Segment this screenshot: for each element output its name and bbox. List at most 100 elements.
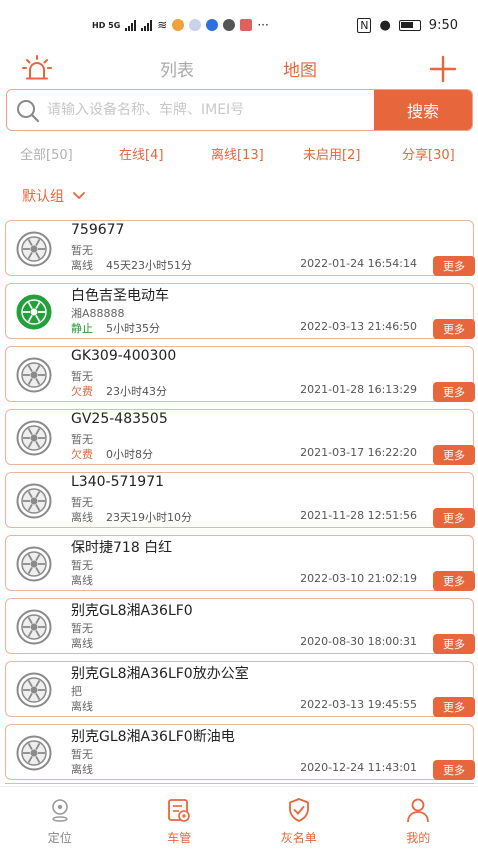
- wheel-gray-icon: [16, 231, 52, 267]
- shield-check-icon: [288, 798, 309, 822]
- top-header: 列表 地图: [0, 50, 478, 88]
- app-icon-4: [223, 19, 236, 31]
- nav-mine[interactable]: 我的: [359, 787, 478, 850]
- filter-all[interactable]: 全部[50]: [20, 144, 73, 163]
- nav-location-label: 定位: [47, 831, 72, 845]
- group-selector[interactable]: 默认组: [22, 186, 86, 206]
- search-icon: [17, 100, 40, 123]
- add-icon[interactable]: [428, 54, 458, 84]
- device-timestamp: 2020-08-30 18:00:31: [300, 635, 417, 648]
- list-item[interactable]: 白色吉圣电动车 湘A88888 静止 5小时35分 2022-03-13 21:46:5…: [5, 283, 475, 339]
- bottom-nav: 定位 车管 灰名单 我的: [0, 786, 478, 850]
- device-plate: 暂无: [71, 433, 93, 446]
- more-button[interactable]: 更多: [433, 382, 475, 402]
- device-name: GV25-483505: [71, 411, 168, 427]
- device-name: L340-571971: [71, 474, 165, 490]
- status-time: 9:50: [428, 17, 458, 33]
- more-dots-icon: ···: [257, 18, 269, 32]
- more-button[interactable]: 更多: [433, 697, 475, 717]
- nav-graylist[interactable]: 灰名单: [239, 787, 359, 850]
- nav-car-manage-label: 车管: [167, 831, 192, 845]
- more-button[interactable]: 更多: [433, 256, 475, 276]
- device-plate: 暂无: [71, 622, 93, 635]
- signal-icon-2: [141, 19, 153, 31]
- wheel-gray-icon: [16, 546, 52, 582]
- list-item[interactable]: 保时捷718 白红 暂无离线 2022-03-10 21:02:19 更多: [5, 535, 475, 591]
- search-button[interactable]: 搜索: [374, 90, 472, 130]
- device-duration: 23天19小时10分: [106, 511, 192, 524]
- nav-location[interactable]: 定位: [0, 787, 120, 850]
- status-bar: HD 5G ≋ ··· N ● 9:50: [0, 0, 478, 50]
- app-icon-1: [172, 19, 185, 31]
- more-button[interactable]: 更多: [433, 571, 475, 591]
- status-left-icons: HD 5G ≋ ···: [92, 18, 269, 32]
- battery-icon: [398, 19, 421, 31]
- list-item[interactable]: 别克GL8湘A36LF0 暂无离线 2020-08-30 18:00:31 更多: [5, 598, 475, 654]
- filter-online[interactable]: 在线[4]: [119, 144, 163, 163]
- device-duration: 5小时35分: [106, 322, 160, 335]
- tab-list[interactable]: 列表: [160, 56, 194, 81]
- device-name: 别克GL8湘A36LF0: [71, 603, 193, 619]
- device-timestamp: 2021-01-28 16:13:29: [300, 383, 417, 396]
- more-button[interactable]: 更多: [433, 634, 475, 654]
- device-timestamp: 2022-03-13 19:45:55: [300, 698, 417, 711]
- search-bar: 搜索: [6, 89, 473, 131]
- device-timestamp: 2020-12-24 11:43:01: [300, 761, 417, 774]
- device-plate: 暂无: [71, 559, 93, 572]
- more-button[interactable]: 更多: [433, 508, 475, 528]
- device-plate: 暂无: [71, 244, 93, 257]
- wheel-gray-icon: [16, 735, 52, 771]
- device-status: 离线: [71, 574, 93, 587]
- device-plate: 暂无: [71, 370, 93, 383]
- app-icon-2: [189, 19, 202, 31]
- nav-graylist-label: 灰名单: [280, 831, 317, 845]
- filter-shared[interactable]: 分享[30]: [402, 144, 455, 163]
- alarm-icon[interactable]: [22, 54, 52, 84]
- device-timestamp: 2022-03-10 21:02:19: [300, 572, 417, 585]
- more-button[interactable]: 更多: [433, 319, 475, 339]
- location-icon: [51, 799, 68, 822]
- device-status: 静止: [71, 322, 93, 335]
- device-status: 离线: [71, 637, 93, 650]
- device-name: 别克GL8湘A36LF0断油电: [71, 729, 235, 745]
- wheel-gray-icon: [16, 483, 52, 519]
- device-duration: 0小时8分: [106, 448, 153, 461]
- status-right-icons: N ● 9:50: [357, 17, 458, 33]
- search-input[interactable]: [47, 90, 374, 130]
- wheel-gray-icon: [16, 357, 52, 393]
- list-item[interactable]: 别克GL8湘A36LF0放办公室把离线 2022-03-13 19:45:55 更多: [5, 661, 475, 717]
- list-item[interactable]: GV25-483505 暂无 欠费 0小时8分 2021-03-17 16:22:20 更…: [5, 409, 475, 465]
- filter-offline[interactable]: 离线[13]: [211, 144, 264, 163]
- list-item[interactable]: L340-571971 暂无 离线 23天19小时10分 2021-11-28 12:5…: [5, 472, 475, 528]
- more-button[interactable]: 更多: [433, 445, 475, 465]
- device-plate: 暂无: [71, 496, 93, 509]
- device-plate: 暂无: [71, 748, 93, 761]
- device-name: 保时捷718 白红: [71, 540, 173, 556]
- wifi-icon: ≋: [157, 18, 168, 32]
- device-timestamp: 2021-03-17 16:22:20: [300, 446, 417, 459]
- car-manage-icon: [168, 799, 191, 822]
- wheel-gray-icon: [16, 609, 52, 645]
- app-icon-5: [240, 19, 253, 31]
- signal-icon: [125, 19, 137, 31]
- wheel-green-icon: [16, 294, 52, 330]
- location-pin-icon: ●: [379, 17, 391, 33]
- device-name: 白色吉圣电动车: [71, 288, 169, 304]
- tab-map[interactable]: 地图: [283, 56, 317, 81]
- device-duration: 23小时43分: [106, 385, 167, 398]
- filter-inactive[interactable]: 未启用[2]: [303, 144, 360, 163]
- more-button[interactable]: 更多: [433, 760, 475, 780]
- device-status: 离线: [71, 259, 93, 272]
- chevron-down-icon: [73, 192, 85, 200]
- list-item[interactable]: GK309-400300 暂无 欠费 23小时43分 2021-01-28 16:13:…: [5, 346, 475, 402]
- device-plate: 湘A88888: [71, 307, 125, 320]
- list-item[interactable]: 759677 暂无 离线 45天23小时51分 2022-01-24 16:54:14 更…: [5, 220, 475, 276]
- device-timestamp: 2022-03-13 21:46:50: [300, 320, 417, 333]
- device-name: 759677: [71, 222, 125, 238]
- nav-car-manage[interactable]: 车管: [120, 787, 240, 850]
- app-icon-3: [206, 19, 219, 31]
- status-filter-tabs: 全部[50] 在线[4] 离线[13] 未启用[2] 分享[30]: [0, 144, 478, 164]
- nfc-icon: N: [357, 17, 372, 33]
- list-item[interactable]: 别克GL8湘A36LF0断油电 暂无 离线 2020-12-24 11:43:01 更多: [5, 724, 475, 780]
- hd-badge: HD 5G: [92, 20, 121, 30]
